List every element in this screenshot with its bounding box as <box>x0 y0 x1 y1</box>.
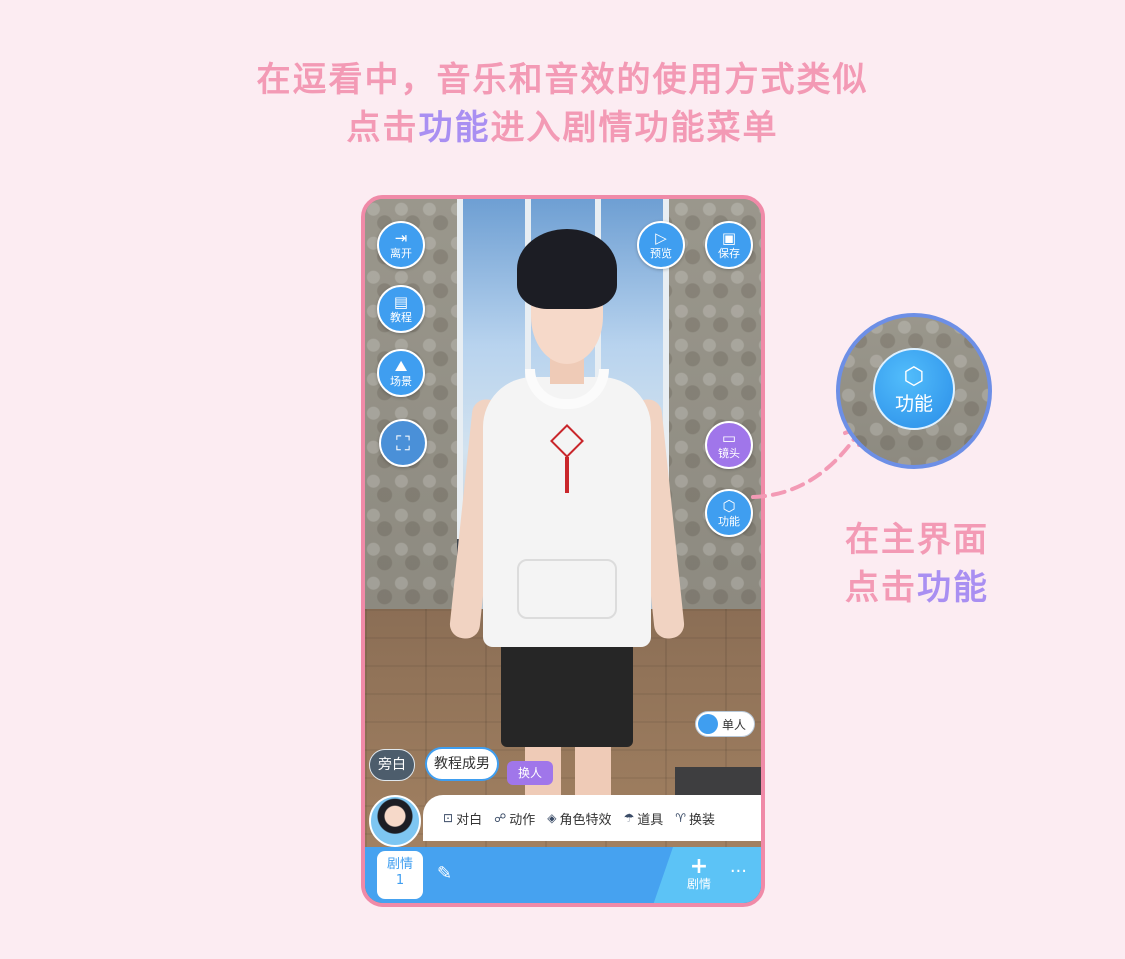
umbrella-icon: ☂ <box>623 811 635 825</box>
character-avatar[interactable] <box>369 795 421 847</box>
cube-icon: ⬡ <box>903 361 925 390</box>
action-motion[interactable]: ☍ 动作 <box>494 809 535 828</box>
exit-label: 离开 <box>390 247 412 260</box>
action-props[interactable]: ☂ 道具 <box>624 809 664 828</box>
toggle-label: 单人 <box>722 718 747 732</box>
swap-character-button[interactable]: 换人 <box>507 761 553 785</box>
action-bar: ⊡ 对白 ☍ 动作 ◈ 角色特效 ☂ 道具 ♈ 换装 <box>423 795 761 841</box>
heading-prefix: 点击 <box>346 108 419 148</box>
callout-prefix: 点击 <box>845 568 917 608</box>
zoom-function-button: ⬡ 功能 <box>873 348 955 430</box>
scene-rug <box>675 767 761 797</box>
character-tassel <box>565 457 569 493</box>
phone-screen: ⇥ 离开 ▤ 教程 ⛰ 场景 ⛶ ▷ 预览 ▣ 保存 ▭ 镜头 ⬡ 功能 单人 … <box>361 195 765 907</box>
dialogue-icon: ⊡ <box>443 811 454 825</box>
narration-button[interactable]: 旁白 <box>369 749 415 781</box>
story-tab-label: 剧情 <box>386 857 413 872</box>
save-icon: ▣ <box>721 229 737 247</box>
fullscreen-icon: ⛶ <box>396 431 410 455</box>
action-label: 角色特效 <box>559 812 612 828</box>
zoom-callout: ⬡ 功能 <box>836 313 992 469</box>
preview-label: 预览 <box>650 247 672 260</box>
callout-highlight: 功能 <box>917 568 989 608</box>
bottom-bar: 剧情 1 ✎ + 剧情 ··· <box>365 847 761 903</box>
edit-icon[interactable]: ✎ <box>437 863 452 884</box>
heading-line-2: 点击功能进入剧情功能菜单 <box>0 100 1125 149</box>
exit-icon: ⇥ <box>394 229 408 247</box>
tutorial-label: 教程 <box>390 311 412 324</box>
function-label: 功能 <box>718 515 740 528</box>
callout-line-2: 点击功能 <box>832 560 1002 609</box>
character-shorts <box>501 637 633 747</box>
action-label: 动作 <box>509 812 536 828</box>
play-icon: ▷ <box>655 229 667 247</box>
add-story-label: 剧情 <box>686 877 711 891</box>
action-label: 道具 <box>637 812 664 828</box>
save-label: 保存 <box>718 247 740 260</box>
story-tab[interactable]: 剧情 1 <box>377 851 423 899</box>
action-outfit[interactable]: ♈ 换装 <box>675 809 715 828</box>
camera-icon: ▭ <box>721 429 737 447</box>
camera-label: 镜头 <box>718 447 740 460</box>
action-label: 换装 <box>689 812 716 828</box>
heading-line-1: 在逗看中，音乐和音效的使用方式类似 <box>256 60 869 100</box>
scene-label: 场景 <box>390 375 412 388</box>
more-icon[interactable]: ··· <box>730 861 747 882</box>
zoom-function-label: 功能 <box>894 392 933 415</box>
save-button[interactable]: ▣ 保存 <box>705 221 753 269</box>
heading-suffix: 进入剧情功能菜单 <box>490 108 779 148</box>
toggle-knob <box>698 714 718 734</box>
fullscreen-button[interactable]: ⛶ <box>379 419 427 467</box>
heading-highlight: 功能 <box>418 108 491 148</box>
character-model[interactable] <box>448 229 686 814</box>
single-mode-toggle[interactable]: 单人 <box>695 711 755 737</box>
character-name-button[interactable]: 教程成男 <box>425 747 499 781</box>
action-effects[interactable]: ◈ 角色特效 <box>547 809 611 828</box>
callout-line-1: 在主界面 <box>845 520 989 560</box>
action-label: 对白 <box>456 812 483 828</box>
scene-icon: ⛰ <box>394 357 408 375</box>
tutorial-button[interactable]: ▤ 教程 <box>377 285 425 333</box>
motion-icon: ☍ <box>494 811 507 825</box>
plus-icon: + <box>689 854 709 879</box>
add-story-button[interactable]: + 剧情 <box>686 854 711 892</box>
story-tab-number: 1 <box>395 873 405 888</box>
effects-icon: ◈ <box>547 811 557 825</box>
book-icon: ▤ <box>393 293 409 311</box>
action-dialogue[interactable]: ⊡ 对白 <box>443 809 482 828</box>
exit-button[interactable]: ⇥ 离开 <box>377 221 425 269</box>
preview-button[interactable]: ▷ 预览 <box>637 221 685 269</box>
shirt-icon: ♈ <box>675 811 687 825</box>
character-pocket <box>517 559 617 619</box>
scene-button[interactable]: ⛰ 场景 <box>377 349 425 397</box>
cube-icon: ⬡ <box>722 497 736 515</box>
character-hair <box>517 229 617 309</box>
